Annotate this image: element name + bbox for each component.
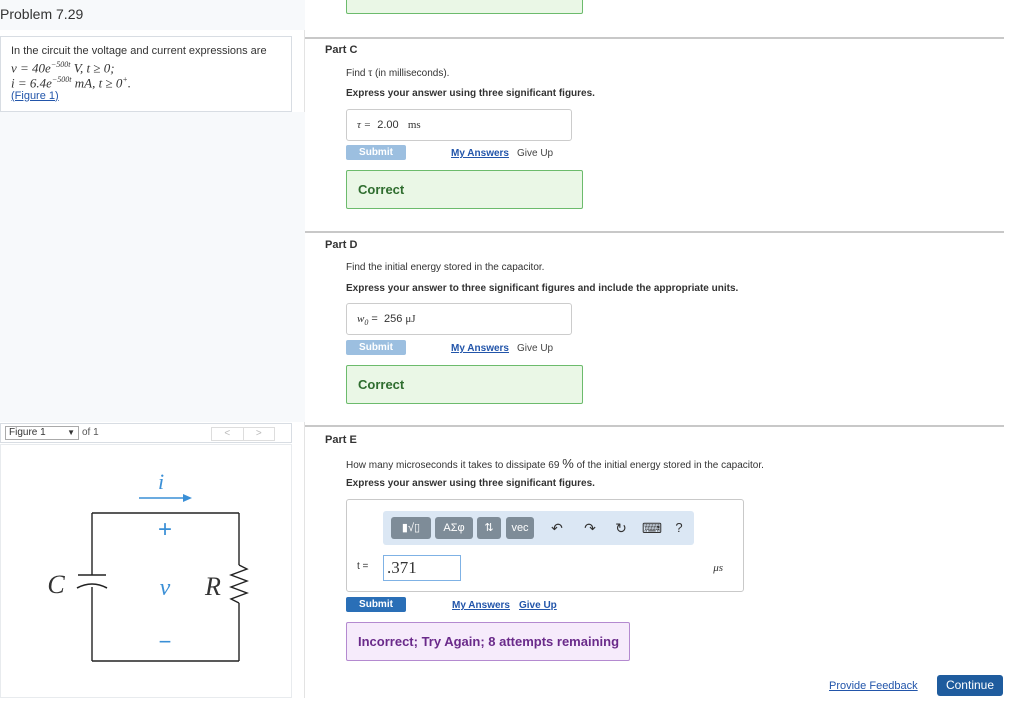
current-expression: i = 6.4e−500t mA, t ≥ 0+. <box>11 75 132 91</box>
partD-feedback: Correct <box>346 365 583 404</box>
undo-icon[interactable]: ↶ <box>547 517 567 539</box>
partC-submit-button[interactable]: Submit <box>346 145 406 160</box>
partE-label: Part E <box>325 434 357 446</box>
partE-unit-label: μs <box>713 562 723 574</box>
problem-title: Problem 7.29 <box>0 6 84 22</box>
partD-submit-button[interactable]: Submit <box>346 340 406 355</box>
circuit-figure: i C R + v − <box>0 444 292 698</box>
figure-select[interactable]: Figure 1 ▼ <box>5 426 79 440</box>
voltage-expression: v = 40e−500t V, t ≥ 0; <box>11 60 115 76</box>
figure-bar: Figure 1 ▼ of 1 < > <box>0 423 292 443</box>
partC-answer-field[interactable]: τ = 2.00 ms <box>346 109 572 141</box>
continue-button[interactable]: Continue <box>937 675 1003 696</box>
partC-question: Find τ (in milliseconds). <box>346 68 450 79</box>
voltage-minus: − <box>159 629 172 654</box>
greek-symbols-button[interactable]: ΑΣφ <box>435 517 473 539</box>
voltage-label: v <box>160 575 171 601</box>
partE-instruction: Express your answer using three signific… <box>346 478 595 489</box>
current-label: i <box>158 469 164 494</box>
reset-icon[interactable]: ↻ <box>611 517 631 539</box>
resistor-zigzag <box>229 564 249 604</box>
partD-question: Find the initial energy stored in the ca… <box>346 262 545 273</box>
templates-button[interactable]: ▮√▯ <box>391 517 431 539</box>
problem-statement: In the circuit the voltage and current e… <box>0 36 292 112</box>
partC-my-answers-link[interactable]: My Answers <box>451 148 509 159</box>
figure-nav: < > <box>211 427 275 441</box>
partC-give-up[interactable]: Give Up <box>517 148 553 159</box>
voltage-plus: + <box>158 516 172 543</box>
partC-label: Part C <box>325 44 358 56</box>
partE-my-answers-link[interactable]: My Answers <box>452 600 510 611</box>
partD-give-up[interactable]: Give Up <box>517 343 553 354</box>
partE-question: How many microseconds it takes to dissip… <box>346 456 764 471</box>
partD-answer-field[interactable]: w0 = 256 μJ <box>346 303 572 335</box>
arrows-button[interactable]: ⇅ <box>477 517 501 539</box>
partE-feedback: Incorrect; Try Again; 8 attempts remaini… <box>346 622 630 661</box>
partD-my-answers-link[interactable]: My Answers <box>451 343 509 354</box>
resistor-label: R <box>204 572 221 601</box>
partE-variable-label: t = <box>357 561 369 572</box>
chevron-down-icon: ▼ <box>67 428 75 437</box>
partC-feedback: Correct <box>346 170 583 209</box>
math-toolbar: ▮√▯ ΑΣφ ⇅ vec ↶ ↷ ↻ ⌨ ? <box>383 511 694 545</box>
keyboard-icon[interactable]: ⌨ <box>641 517 663 539</box>
provide-feedback-link[interactable]: Provide Feedback <box>829 680 918 692</box>
figure-prev-button[interactable]: < <box>212 428 244 440</box>
partC-divider <box>305 37 1004 39</box>
figure-count: of 1 <box>82 427 99 438</box>
partD-divider <box>305 231 1004 233</box>
partE-submit-button[interactable]: Submit <box>346 597 406 612</box>
figure-link[interactable]: (Figure 1) <box>11 90 59 102</box>
partE-divider <box>305 425 1004 427</box>
partD-instruction: Express your answer to three significant… <box>346 283 739 294</box>
current-arrow-head <box>183 494 192 502</box>
redo-icon[interactable]: ↷ <box>580 517 600 539</box>
vec-button[interactable]: vec <box>506 517 534 539</box>
problem-panel: Problem 7.29 In the circuit the voltage … <box>0 0 305 698</box>
capacitor-label: C <box>47 570 65 599</box>
partE-answer-input[interactable]: .371 <box>383 555 461 581</box>
problem-intro: In the circuit the voltage and current e… <box>11 45 267 57</box>
help-icon[interactable]: ? <box>670 517 688 539</box>
figure-next-button[interactable]: > <box>244 428 275 440</box>
partE-give-up-link[interactable]: Give Up <box>519 600 557 611</box>
partE-answer-editor: ▮√▯ ΑΣφ ⇅ vec ↶ ↷ ↻ ⌨ ? t = .371 μs <box>346 499 744 592</box>
problem-panel-spacer <box>0 112 305 422</box>
partB-feedback-remnant <box>346 0 583 14</box>
circuit-diagram: i C R + v − <box>47 469 249 662</box>
partD-label: Part D <box>325 239 358 251</box>
partC-instruction: Express your answer using three signific… <box>346 88 595 99</box>
